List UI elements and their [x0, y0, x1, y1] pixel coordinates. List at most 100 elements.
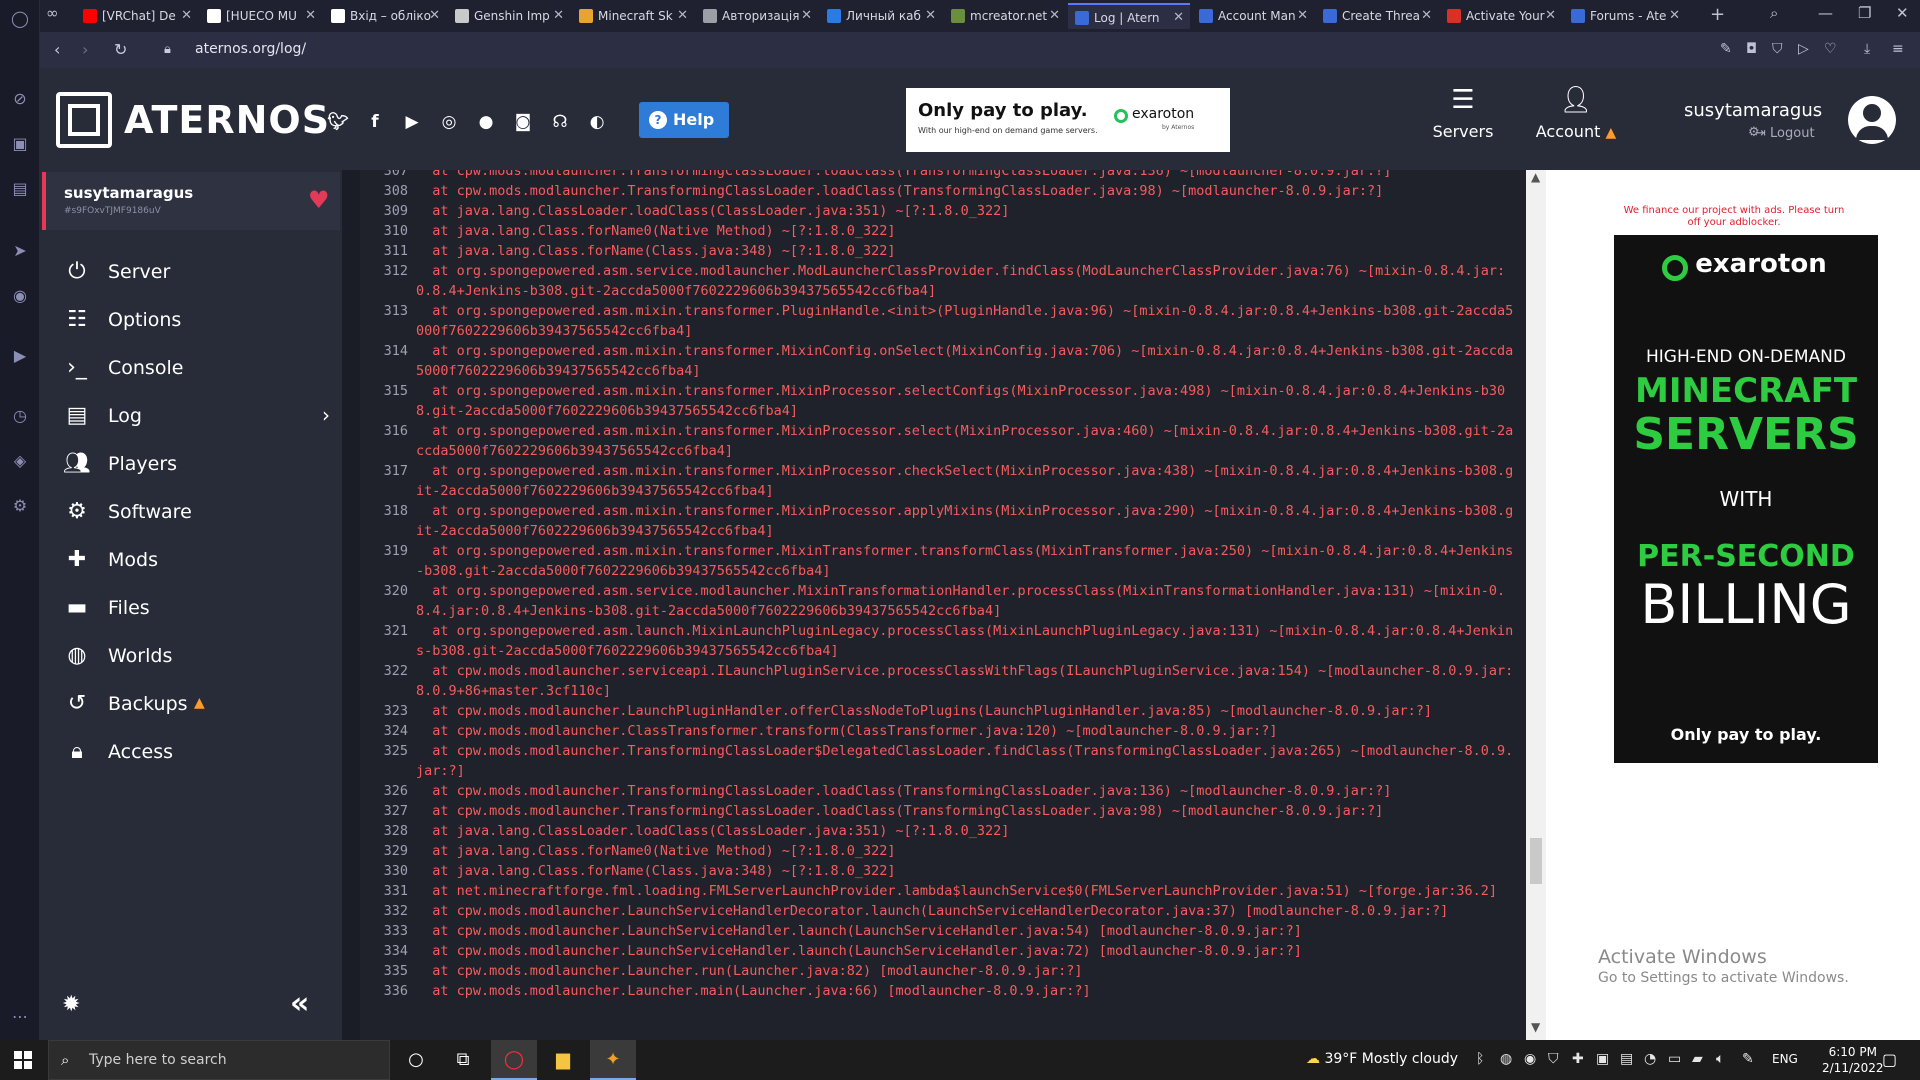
antivirus-icon[interactable]: ✚	[1572, 1051, 1584, 1067]
tab-close-icon[interactable]: ✕	[677, 3, 688, 29]
new-tab-button[interactable]: +	[1710, 4, 1725, 25]
youtube-icon[interactable]: ▶	[400, 110, 424, 134]
tab-close-icon[interactable]: ✕	[801, 3, 812, 29]
sidebar-item-software[interactable]: ⚙ Software	[40, 489, 342, 535]
more-dots-icon[interactable]: ⋯	[9, 1006, 31, 1028]
browser-tab[interactable]: [VRChat] De ✕	[76, 3, 198, 29]
language-indicator[interactable]: ENG	[1772, 1052, 1798, 1066]
sidebar-item-players[interactable]: 👥︎ Players	[40, 441, 342, 487]
clock[interactable]: 6:10 PM 2/11/2022	[1822, 1044, 1884, 1076]
cortana-icon[interactable]: ○	[393, 1040, 439, 1080]
aternos-logo-icon[interactable]	[56, 92, 112, 148]
scrollbar[interactable]: ▲ ▼	[1526, 170, 1546, 1040]
download-icon[interactable]: ⤓	[1864, 41, 1870, 57]
browser-tab[interactable]: Account Man ✕	[1192, 3, 1314, 29]
history-clock-icon[interactable]: ◷	[9, 405, 31, 427]
avatar[interactable]	[1848, 96, 1896, 144]
sidebar-item-files[interactable]: ▬ Files	[40, 585, 342, 631]
heart-outline-icon[interactable]: ♡	[1824, 41, 1837, 57]
sidebar-item-options[interactable]: ☷ Options	[40, 297, 342, 343]
tab-close-icon[interactable]: ✕	[1669, 3, 1680, 29]
tab-close-icon[interactable]: ✕	[1545, 3, 1556, 29]
player-icon[interactable]: ▶	[9, 345, 31, 367]
workspaces-icon[interactable]: ∞	[46, 4, 59, 22]
send-icon[interactable]: ✎	[1720, 41, 1732, 57]
forward-button[interactable]: ›	[82, 40, 88, 59]
nvidia-icon[interactable]: ▣	[1596, 1051, 1609, 1067]
close-window-button[interactable]: ✕	[1896, 4, 1909, 22]
header-ad-banner[interactable]: Only pay to play. With our high-end on d…	[906, 88, 1230, 152]
sidebar-item-console[interactable]: ›_ Console	[40, 345, 342, 391]
restore-button[interactable]: ❐	[1858, 4, 1871, 22]
account-nav[interactable]: 👤︎ Account ▲	[1528, 82, 1624, 162]
browser-tab[interactable]: [HUECO MU ✕	[200, 3, 322, 29]
windows-start-icon[interactable]	[14, 1051, 32, 1069]
url-field[interactable]: aternos.org/log/	[195, 41, 306, 57]
tray-app-icon[interactable]: ◍	[1500, 1051, 1512, 1067]
browser-tab[interactable]: Forums - Ate ✕	[1564, 3, 1686, 29]
tab-close-icon[interactable]: ✕	[1049, 3, 1060, 29]
steam-icon[interactable]: ◉	[1524, 1051, 1536, 1067]
twitch-icon[interactable]: ▤	[9, 178, 31, 200]
browser-tab[interactable]: Log | Atern ✕	[1068, 3, 1190, 29]
opera-menu-icon[interactable]: ◯	[9, 8, 31, 30]
scroll-thumb[interactable]	[1530, 838, 1542, 884]
servers-nav[interactable]: ☰ Servers	[1415, 82, 1511, 162]
tab-close-icon[interactable]: ✕	[181, 3, 192, 29]
tab-close-icon[interactable]: ✕	[429, 3, 440, 29]
pen-icon[interactable]: ✎	[1742, 1051, 1754, 1067]
help-button[interactable]: ? Help	[639, 102, 729, 138]
tab-close-icon[interactable]: ✕	[1421, 3, 1432, 29]
camera-icon[interactable]: ◘	[1746, 41, 1757, 57]
logout-link[interactable]: ⇥ Logout	[1755, 126, 1815, 141]
tab-search-icon[interactable]: ⌕	[1770, 4, 1778, 22]
facebook-icon[interactable]: f	[363, 110, 387, 134]
shield-tray-icon[interactable]: ⛉	[1548, 1051, 1559, 1067]
vpn-shield-icon[interactable]: ⛉	[1772, 41, 1783, 57]
usb-icon[interactable]: ▤	[1620, 1051, 1633, 1067]
tab-close-icon[interactable]: ✕	[1297, 3, 1308, 29]
telegram-icon[interactable]: ➤	[9, 240, 31, 262]
theme-gear-icon[interactable]: ✹	[62, 992, 80, 1017]
file-explorer-icon[interactable]: ▆	[540, 1040, 586, 1080]
bag-icon[interactable]: ▣	[9, 133, 31, 155]
browser-tab[interactable]: Minecraft Sk ✕	[572, 3, 694, 29]
volume-icon[interactable]: 🔈︎	[1716, 1051, 1724, 1067]
battery-icon[interactable]: ▭	[1668, 1051, 1681, 1067]
collapse-sidebar-icon[interactable]: «	[290, 986, 309, 1021]
app-taskbar-icon[interactable]: ✦	[590, 1040, 636, 1080]
instagram-icon[interactable]: ◎	[437, 110, 461, 134]
browser-tab[interactable]: Genshin Imp ✕	[448, 3, 570, 29]
sidebar-item-mods[interactable]: ✚ Mods	[40, 537, 342, 583]
teamspeak-icon[interactable]: ☊	[548, 110, 572, 134]
sidebar-item-log[interactable]: ▤ Log ›	[40, 393, 342, 439]
minimize-button[interactable]: —	[1818, 4, 1833, 22]
speed-dial-icon[interactable]: ⊘	[9, 88, 31, 110]
exaroton-ad[interactable]: exaroton HIGH-END ON-DEMAND MINECRAFT SE…	[1614, 235, 1878, 763]
broken-heart-icon[interactable]: ♥	[308, 186, 330, 214]
tab-close-icon[interactable]: ✕	[305, 3, 316, 29]
discord-icon[interactable]: ◉	[9, 285, 31, 307]
sidebar-item-access[interactable]: 🔒︎ Access	[40, 729, 342, 775]
folder-tray-icon[interactable]: ▰	[1692, 1051, 1703, 1067]
opera-taskbar-icon[interactable]: ◯	[491, 1040, 537, 1080]
play-icon[interactable]: ▷	[1798, 41, 1809, 57]
bluetooth-icon[interactable]: ᛒ	[1476, 1051, 1484, 1067]
taskbar-search[interactable]: ⌕ Type here to search	[48, 1040, 390, 1080]
notifications-icon[interactable]: ▢	[1882, 1050, 1897, 1069]
cube-icon[interactable]: ◈	[9, 450, 31, 472]
reload-button[interactable]: ↻	[114, 40, 127, 59]
sidebar-item-worlds[interactable]: ◍ Worlds	[40, 633, 342, 679]
github-icon[interactable]: ◐	[585, 110, 609, 134]
tab-close-icon[interactable]: ✕	[553, 3, 564, 29]
sidebar-item-backups[interactable]: ↺ Backups ▲	[40, 681, 342, 727]
scroll-up-arrow-icon[interactable]: ▲	[1531, 170, 1540, 184]
browser-tab[interactable]: Create Threa ✕	[1316, 3, 1438, 29]
tab-close-icon[interactable]: ✕	[925, 3, 936, 29]
scroll-down-arrow-icon[interactable]: ▼	[1531, 1020, 1540, 1034]
settings-gear-icon[interactable]: ⚙	[9, 495, 31, 517]
task-view-icon[interactable]: ⧉	[440, 1040, 486, 1080]
twitter-icon[interactable]: 🐦︎	[326, 110, 350, 134]
reddit-icon[interactable]: ●	[474, 110, 498, 134]
discord-social-icon[interactable]: ◙	[511, 110, 535, 134]
